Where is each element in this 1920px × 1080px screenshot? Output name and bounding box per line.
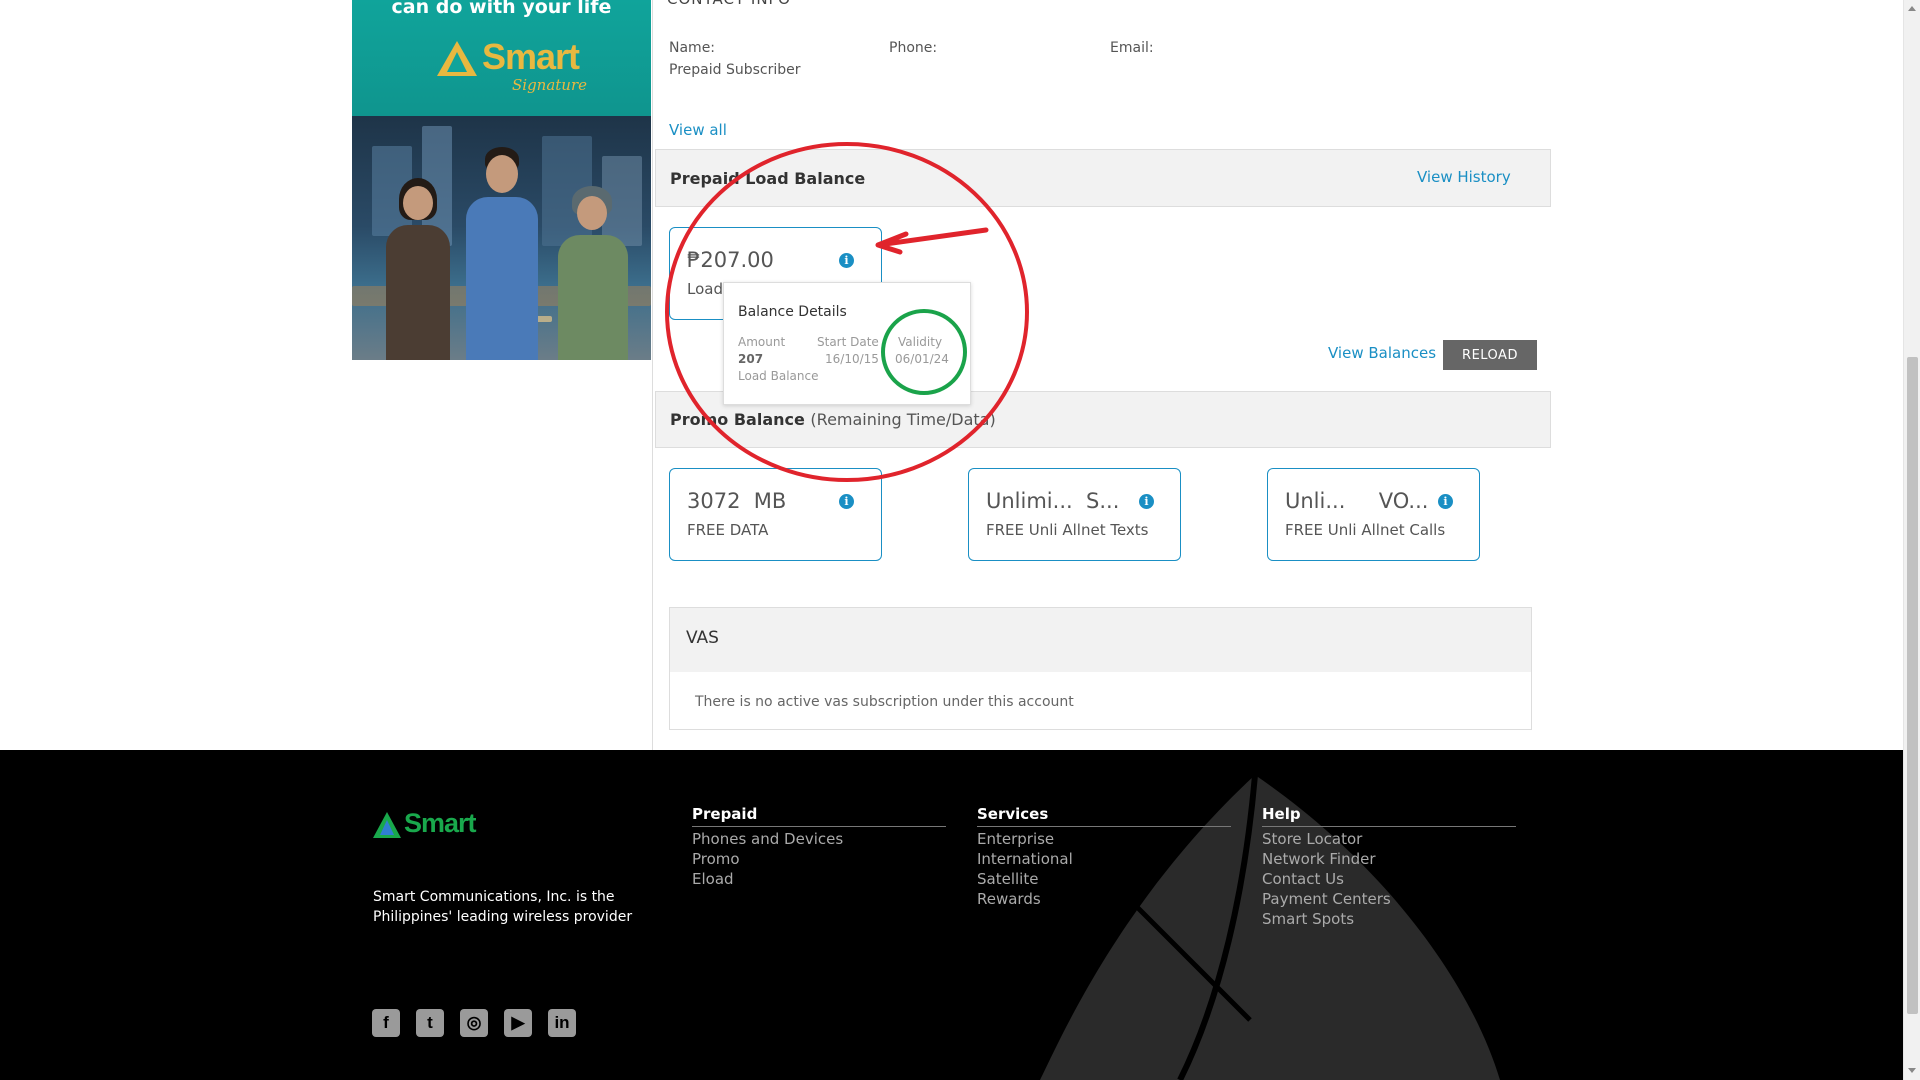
- banner-person-center: [462, 145, 542, 360]
- footer-logo-text: Smart: [404, 808, 477, 838]
- info-icon[interactable]: i: [839, 253, 854, 268]
- smart-logo-icon: [437, 41, 477, 76]
- load-balance-value: ₱207.00: [687, 248, 774, 272]
- scrollbar-thumb[interactable]: [1907, 357, 1918, 1014]
- footer-link[interactable]: Smart Spots: [1262, 912, 1516, 927]
- linkedin-icon[interactable]: in: [548, 1009, 576, 1037]
- name-label: Name:: [669, 40, 716, 56]
- scroll-down-arrow-icon[interactable]: [1908, 1068, 1916, 1073]
- footer-link[interactable]: Eload: [692, 872, 946, 887]
- footer-link[interactable]: Rewards: [977, 892, 1231, 907]
- tooltip-note: Load Balance: [738, 369, 819, 383]
- promo-card-calls: Unli... VO... FREE Unli Allnet Calls i: [1267, 468, 1480, 561]
- start-date-value: 16/10/15: [825, 352, 879, 366]
- promo-card-value: Unli... VO...: [1285, 489, 1429, 513]
- info-icon[interactable]: i: [1139, 494, 1154, 509]
- name-value: Prepaid Subscriber: [669, 62, 801, 78]
- footer-link[interactable]: International: [977, 852, 1231, 867]
- promo-card-label: FREE Unli Allnet Calls: [1285, 521, 1446, 539]
- banner-photo: [352, 116, 651, 360]
- contact-name: Name: Prepaid Subscriber: [669, 40, 801, 78]
- promo-title-text: Promo Balance: [670, 410, 805, 429]
- banner-header: can do with your life Smart Signature: [352, 0, 651, 116]
- footer-link[interactable]: Store Locator: [1262, 832, 1516, 847]
- vas-header: VAS: [670, 608, 1531, 672]
- contact-email: Email:: [1110, 40, 1154, 62]
- promo-banner[interactable]: can do with your life Smart Signature: [352, 0, 651, 360]
- promo-card-data: 3072 MB FREE DATA i: [669, 468, 882, 561]
- view-balances-link[interactable]: View Balances: [1328, 344, 1436, 362]
- promo-card-label: FREE Unli Allnet Texts: [986, 521, 1149, 539]
- footer-link[interactable]: Promo: [692, 852, 946, 867]
- scroll-up-arrow-icon[interactable]: [1908, 6, 1916, 11]
- contact-phone: Phone:: [889, 40, 937, 62]
- view-history-link[interactable]: View History: [1417, 168, 1511, 186]
- footer-column-prepaid: Prepaid Phones and Devices Promo Eload: [692, 805, 946, 887]
- info-icon[interactable]: i: [839, 494, 854, 509]
- promo-subtitle: (Remaining Time/Data): [810, 410, 996, 429]
- footer-link[interactable]: Network Finder: [1262, 852, 1516, 867]
- banner-tagline: can do with your life: [391, 0, 612, 18]
- banner-logo-sub: Signature: [512, 76, 588, 94]
- banner-person-right: [552, 180, 632, 360]
- banner-logo-text: Smart: [482, 36, 580, 77]
- footer-column-help: Help Store Locator Network Finder Contac…: [1262, 805, 1516, 927]
- page-content: can do with your life Smart Signature Na…: [0, 0, 1903, 750]
- info-icon[interactable]: i: [1438, 494, 1453, 509]
- site-footer: Smart Smart Communications, Inc. is the …: [0, 750, 1903, 1080]
- twitter-icon[interactable]: t: [416, 1009, 444, 1037]
- amount-value: 207: [738, 352, 764, 366]
- amount-header: Amount: [738, 335, 786, 349]
- footer-about: Smart Communications, Inc. is the Philip…: [373, 889, 633, 925]
- start-date-header: Start Date: [817, 335, 879, 349]
- tooltip-title: Balance Details: [738, 304, 847, 320]
- phone-label: Phone:: [889, 40, 938, 56]
- smart-signature-logo: Smart Signature: [434, 34, 587, 104]
- balance-details-tooltip: Balance Details Amount Start Date Validi…: [723, 282, 971, 405]
- facebook-icon[interactable]: f: [372, 1009, 400, 1037]
- prepaid-balance-header: Prepaid Load Balance View History: [655, 149, 1551, 207]
- vas-empty-message: There is no active vas subscription unde…: [695, 694, 1074, 710]
- validity-value: 06/01/24: [895, 352, 949, 366]
- contact-info-heading: CONTACT INFO: [667, 0, 791, 8]
- footer-link[interactable]: Contact Us: [1262, 872, 1516, 887]
- footer-logo[interactable]: Smart: [372, 808, 477, 844]
- footer-link[interactable]: Payment Centers: [1262, 892, 1516, 907]
- banner-person-left: [382, 170, 452, 360]
- footer-column-title: Services: [977, 805, 1231, 827]
- footer-column-title: Help: [1262, 805, 1516, 827]
- smart-logo-icon: [373, 812, 401, 838]
- footer-link[interactable]: Satellite: [977, 872, 1231, 887]
- vertical-scrollbar[interactable]: [1903, 0, 1920, 1080]
- youtube-icon[interactable]: ▶: [504, 1009, 532, 1037]
- footer-link[interactable]: Phones and Devices: [692, 832, 946, 847]
- red-arrow-annotation: [875, 227, 989, 255]
- promo-card-value: 3072 MB: [687, 489, 787, 513]
- vas-title: VAS: [686, 628, 719, 648]
- footer-column-services: Services Enterprise International Satell…: [977, 805, 1231, 907]
- footer-column-title: Prepaid: [692, 805, 946, 827]
- email-label: Email:: [1110, 40, 1154, 56]
- reload-button[interactable]: RELOAD: [1443, 340, 1537, 370]
- prepaid-balance-title: Prepaid Load Balance: [670, 169, 866, 188]
- promo-card-texts: Unlimi... S... FREE Unli Allnet Texts i: [968, 468, 1181, 561]
- vas-section: VAS There is no active vas subscription …: [669, 607, 1532, 730]
- column-divider: [652, 0, 653, 750]
- footer-link[interactable]: Enterprise: [977, 832, 1231, 847]
- promo-card-value: Unlimi... S...: [986, 489, 1120, 513]
- instagram-icon[interactable]: ◎: [460, 1009, 488, 1037]
- view-all-link[interactable]: View all: [669, 121, 727, 139]
- promo-card-label: FREE DATA: [687, 521, 769, 539]
- promo-balance-title: Promo Balance (Remaining Time/Data): [670, 410, 996, 429]
- validity-header: Validity: [898, 335, 943, 349]
- social-links: f t ◎ ▶ in: [372, 1009, 576, 1037]
